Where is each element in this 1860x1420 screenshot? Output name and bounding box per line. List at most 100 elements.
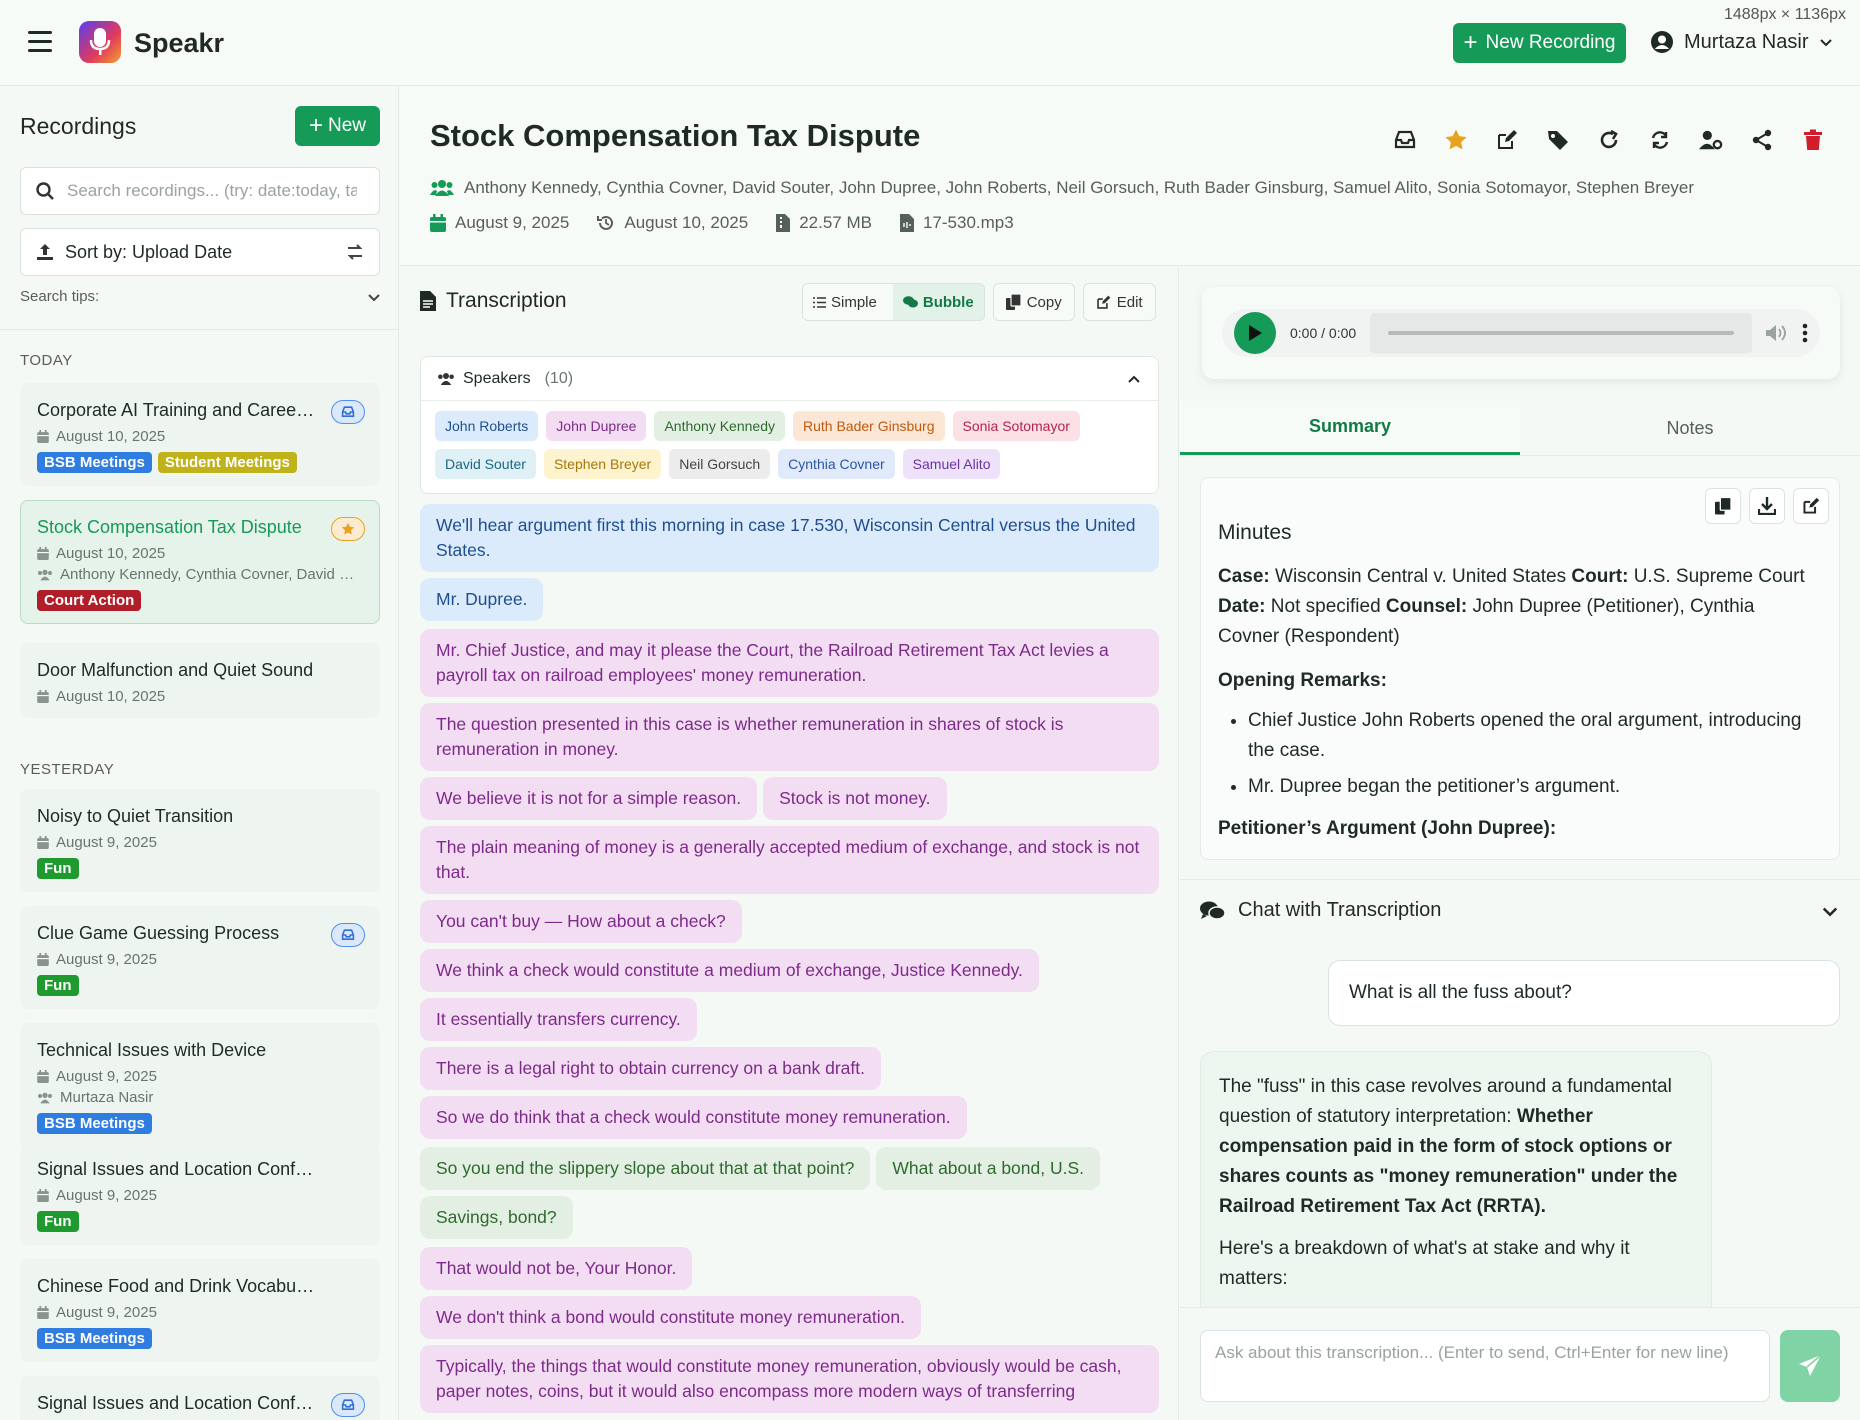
- play-button[interactable]: [1234, 312, 1276, 354]
- send-button[interactable]: [1780, 1330, 1840, 1402]
- recording-card[interactable]: Stock Compensation Tax Dispute August 10,…: [20, 500, 380, 624]
- recording-card[interactable]: Noisy to Quiet Transition August 9, 2025 F…: [20, 789, 380, 892]
- transcript-bubble[interactable]: We don't think a bond would constitute m…: [420, 1296, 921, 1339]
- copy-button[interactable]: Copy: [992, 283, 1075, 321]
- transcript-bubble[interactable]: Mr. Dupree.: [420, 578, 544, 621]
- sidebar-new-button[interactable]: + New: [295, 106, 380, 146]
- recording-title: Stock Compensation Tax Dispute: [37, 517, 302, 537]
- recording-tags: Fun: [37, 1211, 363, 1232]
- speaker-chip[interactable]: Stephen Breyer: [543, 449, 662, 479]
- transcript-bubble[interactable]: The plain meaning of money is a generall…: [420, 826, 1159, 894]
- sort-button[interactable]: Sort by: Upload Date: [20, 228, 380, 276]
- transcript-bubble[interactable]: The question presented in this case is w…: [420, 703, 1159, 771]
- recording-meta: August 9, 2025 August 10, 2025 22.57 MB …: [430, 213, 1014, 233]
- recording-card[interactable]: Signal Issues and Location Confusion: [20, 1376, 380, 1420]
- recording-card[interactable]: Door Malfunction and Quiet Sound August 1…: [20, 643, 380, 718]
- tab-summary[interactable]: Summary: [1180, 401, 1520, 455]
- chat-input[interactable]: [1200, 1330, 1770, 1402]
- calendar-icon: [37, 836, 49, 849]
- speaker-chip[interactable]: Anthony Kennedy: [654, 411, 785, 441]
- calendar-icon: [37, 1306, 49, 1319]
- transcript-bubble[interactable]: Stock is not money.: [763, 777, 947, 820]
- edit-button[interactable]: Edit: [1082, 283, 1156, 321]
- transcript-bubble[interactable]: We believe it is not for a simple reason…: [420, 777, 758, 820]
- user-menu[interactable]: Murtaza Nasir: [1650, 30, 1834, 54]
- speaker-chip[interactable]: Sonia Sotomayor: [952, 411, 1080, 441]
- chevron-up-icon[interactable]: [1126, 371, 1142, 387]
- view-bubble-button[interactable]: Bubble: [892, 284, 984, 320]
- tags-icon[interactable]: [1546, 128, 1570, 152]
- transcript-row: You can't buy — How about a check?: [420, 900, 1159, 943]
- recording-tags: Court Action: [37, 590, 363, 611]
- transcript-bubble[interactable]: We think a check would constitute a medi…: [420, 949, 1039, 992]
- recording-card[interactable]: Corporate AI Training and Career Develop…: [20, 383, 380, 486]
- view-toggle: Simple Bubble: [802, 283, 985, 321]
- transcript-bubble[interactable]: Mr. Chief Justice, and may it please the…: [420, 629, 1159, 697]
- transcript-bubble[interactable]: Typically, the things that would constit…: [420, 1345, 1159, 1413]
- speaker-chip[interactable]: John Roberts: [435, 411, 539, 441]
- recording-participants-text: Anthony Kennedy, Cynthia Covner, David S…: [60, 566, 360, 583]
- speaker-chip[interactable]: John Dupree: [546, 411, 647, 441]
- file-archive-icon: [776, 214, 791, 232]
- search-tips-toggle[interactable]: Search tips:: [20, 288, 382, 305]
- view-simple-button[interactable]: Simple: [803, 284, 887, 320]
- tag-badge[interactable]: BSB Meetings: [37, 452, 152, 473]
- search-input[interactable]: [67, 181, 357, 201]
- menu-icon[interactable]: [28, 31, 52, 53]
- transcript-bubble[interactable]: So we do think that a check would consti…: [420, 1096, 967, 1139]
- recording-date-text: August 9, 2025: [56, 1304, 157, 1321]
- speakers-header[interactable]: Speakers (10): [421, 357, 1158, 401]
- tag-badge[interactable]: Fun: [37, 858, 79, 879]
- redo-icon[interactable]: [1597, 128, 1621, 152]
- transcript-row: Typically, the things that would constit…: [420, 1345, 1159, 1413]
- tag-badge[interactable]: Fun: [37, 1211, 79, 1232]
- speaker-chip[interactable]: Ruth Bader Ginsburg: [792, 411, 945, 441]
- speaker-chip[interactable]: Cynthia Covner: [778, 449, 895, 479]
- upload-sort-icon: [37, 244, 53, 260]
- more-vertical-icon[interactable]: [1802, 323, 1808, 343]
- transcript-bubble[interactable]: There is a legal right to obtain currenc…: [420, 1047, 881, 1090]
- transcript-bubble[interactable]: So you end the slippery slope about that…: [420, 1147, 871, 1190]
- tag-badge[interactable]: Fun: [37, 975, 79, 996]
- user-gear-icon[interactable]: [1699, 128, 1723, 152]
- speaker-chip[interactable]: Neil Gorsuch: [669, 449, 771, 479]
- transcript-bubble[interactable]: Savings, bond?: [420, 1196, 573, 1239]
- share-icon[interactable]: [1750, 128, 1774, 152]
- participants-row: Anthony Kennedy, Cynthia Covner, David S…: [430, 178, 1694, 198]
- tag-badge[interactable]: Student Meetings: [157, 452, 297, 473]
- inbox-icon[interactable]: [1393, 128, 1417, 152]
- tag-badge[interactable]: BSB Meetings: [37, 1328, 152, 1349]
- sync-icon[interactable]: [1648, 128, 1672, 152]
- date-label: Date:: [1218, 596, 1266, 617]
- transcript-bubble[interactable]: It essentially transfers currency.: [420, 998, 697, 1041]
- sidebar-title: Recordings: [20, 113, 137, 139]
- transcript-bubble[interactable]: What about a bond, U.S.: [876, 1147, 1101, 1190]
- transcript-bubble[interactable]: We'll hear argument first this morning i…: [420, 504, 1159, 572]
- plus-icon: +: [308, 112, 323, 139]
- recording-title: Signal Issues and Location Confusion: [37, 1159, 317, 1179]
- recording-card[interactable]: Technical Issues with Device August 9, 20…: [20, 1023, 380, 1147]
- tag-badge[interactable]: Court Action: [37, 590, 142, 611]
- chevron-down-icon[interactable]: [1820, 901, 1840, 921]
- star-icon[interactable]: [1444, 128, 1468, 152]
- recording-card[interactable]: Chinese Food and Drink Vocabulary August …: [20, 1259, 380, 1362]
- edit-icon[interactable]: [1495, 128, 1519, 152]
- transcript-row: So you end the slippery slope about that…: [420, 1147, 1159, 1190]
- trash-icon[interactable]: [1801, 128, 1825, 152]
- section-yesterday: YESTERDAY: [20, 761, 115, 778]
- chat-header[interactable]: Chat with Transcription: [1180, 879, 1860, 941]
- speaker-chip[interactable]: David Souter: [435, 449, 536, 479]
- tag-badge[interactable]: BSB Meetings: [37, 1113, 152, 1134]
- new-recording-button[interactable]: + New Recording: [1453, 23, 1626, 63]
- transcript-bubble[interactable]: That would not be, Your Honor.: [420, 1247, 693, 1290]
- recording-card[interactable]: Signal Issues and Location Confusion Augu…: [20, 1142, 380, 1245]
- speaker-chip[interactable]: Samuel Alito: [902, 449, 1001, 479]
- recording-card[interactable]: Clue Game Guessing Process August 9, 2025…: [20, 906, 380, 1009]
- volume-icon[interactable]: [1766, 324, 1788, 342]
- user-circle-icon: [1651, 31, 1673, 53]
- speakers-panel: Speakers (10) John Roberts John Dupree Ant…: [420, 356, 1159, 494]
- transcription-title: Transcription: [446, 289, 567, 312]
- player-seek-bar[interactable]: [1370, 313, 1752, 353]
- transcript-bubble[interactable]: You can't buy — How about a check?: [420, 900, 742, 943]
- tab-notes[interactable]: Notes: [1520, 401, 1860, 455]
